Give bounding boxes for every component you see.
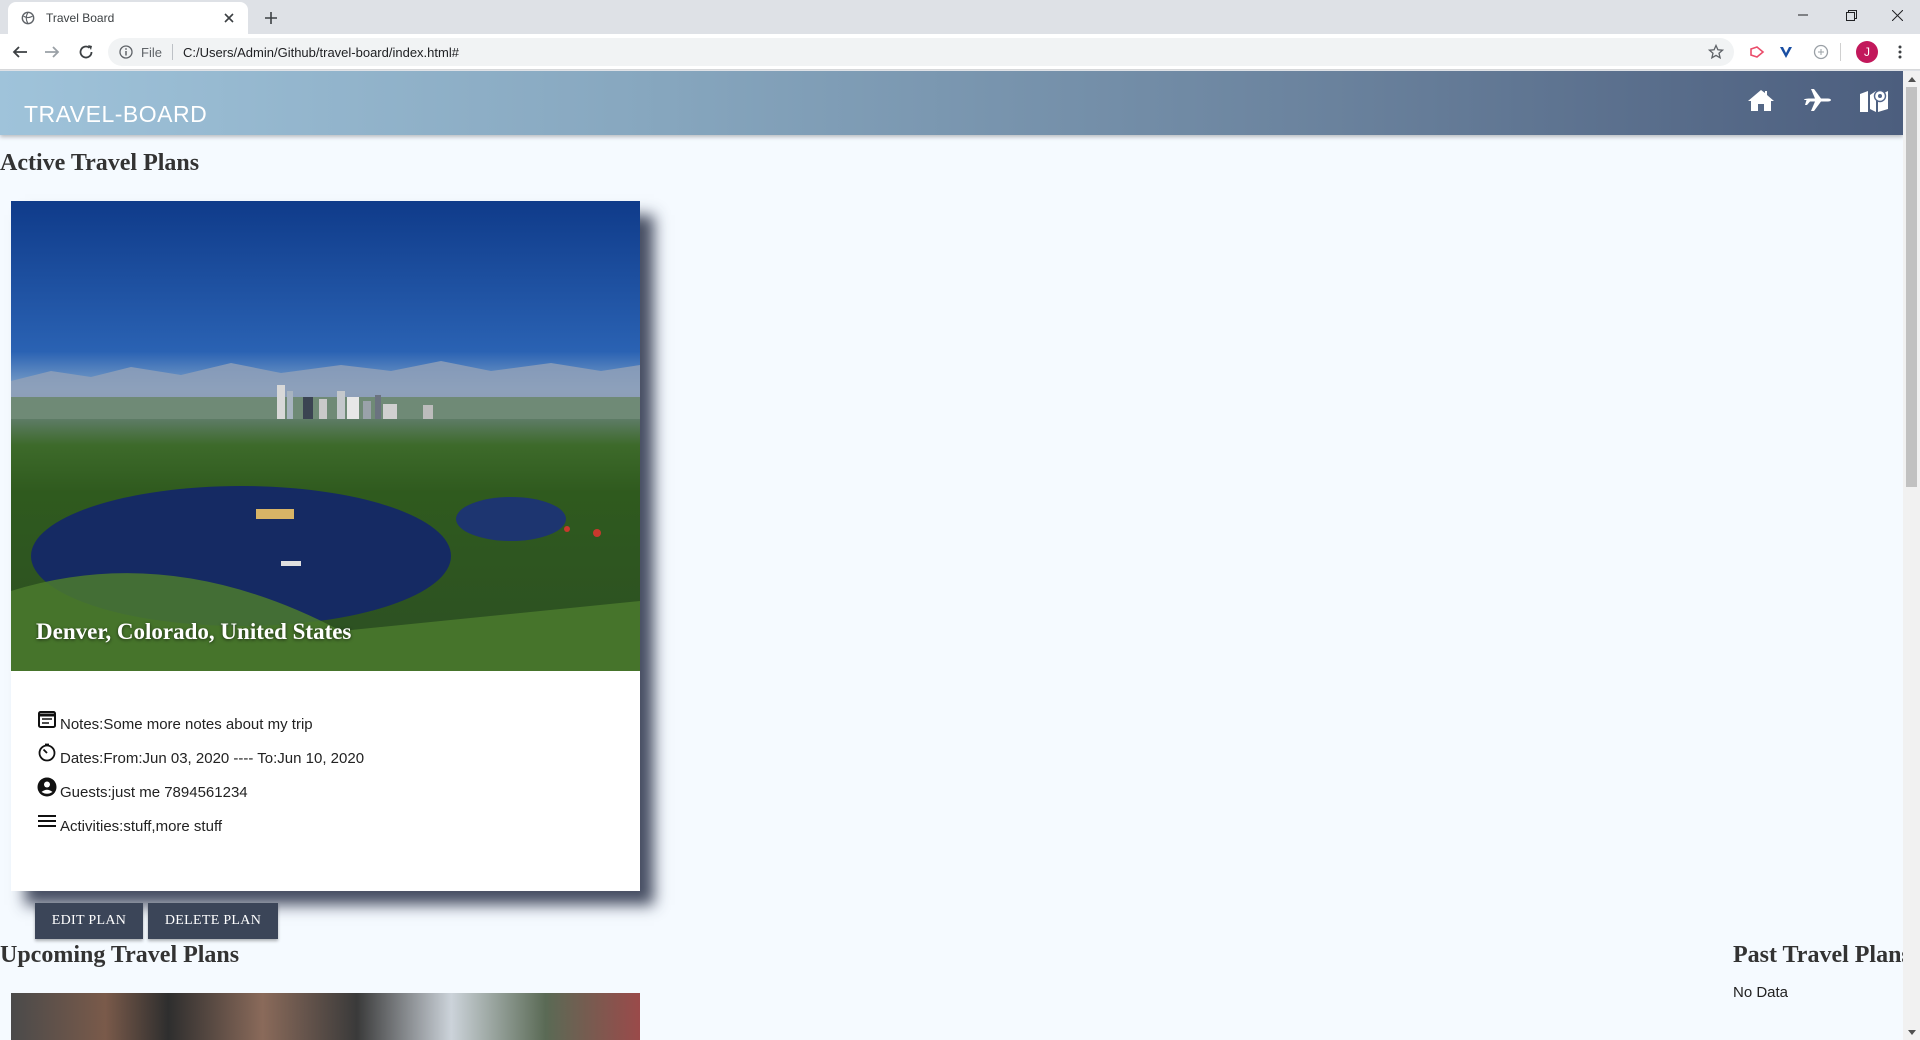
extension-red-icon[interactable] [1748,43,1766,61]
notes-icon [36,708,58,730]
activities-text: Activities:stuff,more stuff [60,818,223,835]
destination-title: Denver, Colorado, United States [36,619,352,644]
active-plans-title: Active Travel Plans [0,150,200,176]
travel-plan-card: Denver, Colorado, United States Notes:So… [11,201,640,939]
info-icon[interactable] [118,44,134,60]
app-header: TRAVEL-BOARD [0,71,1903,135]
city-skyline-illustration [11,361,640,671]
account-circle-icon [36,776,58,798]
close-icon[interactable] [220,9,238,27]
activities-row: Activities:stuff,more stuff [36,810,223,835]
url-scheme: File [141,44,162,60]
url-separator [171,44,173,60]
edit-plan-button[interactable]: EDIT PLAN [35,903,143,939]
forward-button[interactable] [38,38,66,66]
delete-plan-button[interactable]: DELETE PLAN [148,903,278,939]
profile-avatar[interactable]: J [1856,41,1878,63]
airplane-icon[interactable] [1801,85,1833,115]
close-window-button[interactable] [1874,0,1920,30]
extension-v-icon[interactable] [1777,43,1795,61]
timer-icon [36,742,58,764]
list-icon [36,810,58,832]
restore-button[interactable] [1828,0,1874,30]
page-scrollbar[interactable] [1903,71,1920,1040]
dates-text: Dates:From:Jun 03, 2020 ---- To:Jun 10, … [60,750,365,767]
new-tab-button[interactable] [260,7,282,29]
browser-tab[interactable]: Travel Board [8,2,248,34]
notes-text: Notes:Some more notes about my trip [60,716,313,733]
upcoming-plan-image [11,993,640,1040]
guests-text: Guests:just me 7894561234 [60,784,248,801]
back-button[interactable] [6,38,34,66]
url-text[interactable]: C:/Users/Admin/Github/travel-board/index… [183,45,459,60]
address-bar[interactable]: File C:/Users/Admin/Github/travel-board/… [108,38,1734,66]
globe-icon [20,10,36,26]
guests-row: Guests:just me 7894561234 [36,776,248,801]
browser-toolbar: File C:/Users/Admin/Github/travel-board/… [0,34,1920,70]
scroll-up-icon[interactable] [1903,71,1920,87]
scrollbar-thumb[interactable] [1906,87,1917,487]
destination-image: Denver, Colorado, United States [11,201,640,671]
browser-tabstrip: Travel Board [0,0,1920,34]
reload-button[interactable] [72,38,100,66]
past-plans-empty: No Data [1733,984,1789,1001]
past-plans-title: Past Travel Plans [1733,942,1911,968]
dates-row: Dates:From:Jun 03, 2020 ---- To:Jun 10, … [36,742,365,767]
toolbar-divider [1840,43,1841,61]
tab-title: Travel Board [46,11,115,25]
upcoming-plans-title: Upcoming Travel Plans [0,942,240,968]
map-icon[interactable] [1858,85,1890,115]
brand-title[interactable]: TRAVEL-BOARD [24,101,207,128]
minimize-button[interactable] [1780,0,1826,30]
page-viewport: TRAVEL-BOARD Active Travel Plans Denver,… [0,71,1920,1040]
scroll-down-icon[interactable] [1903,1024,1920,1040]
home-icon[interactable] [1745,85,1777,115]
bookmark-star-icon[interactable] [1707,43,1725,60]
kebab-menu-icon[interactable] [1891,43,1909,61]
notes-row: Notes:Some more notes about my trip [36,708,313,733]
extension-circle-icon[interactable] [1812,43,1830,61]
